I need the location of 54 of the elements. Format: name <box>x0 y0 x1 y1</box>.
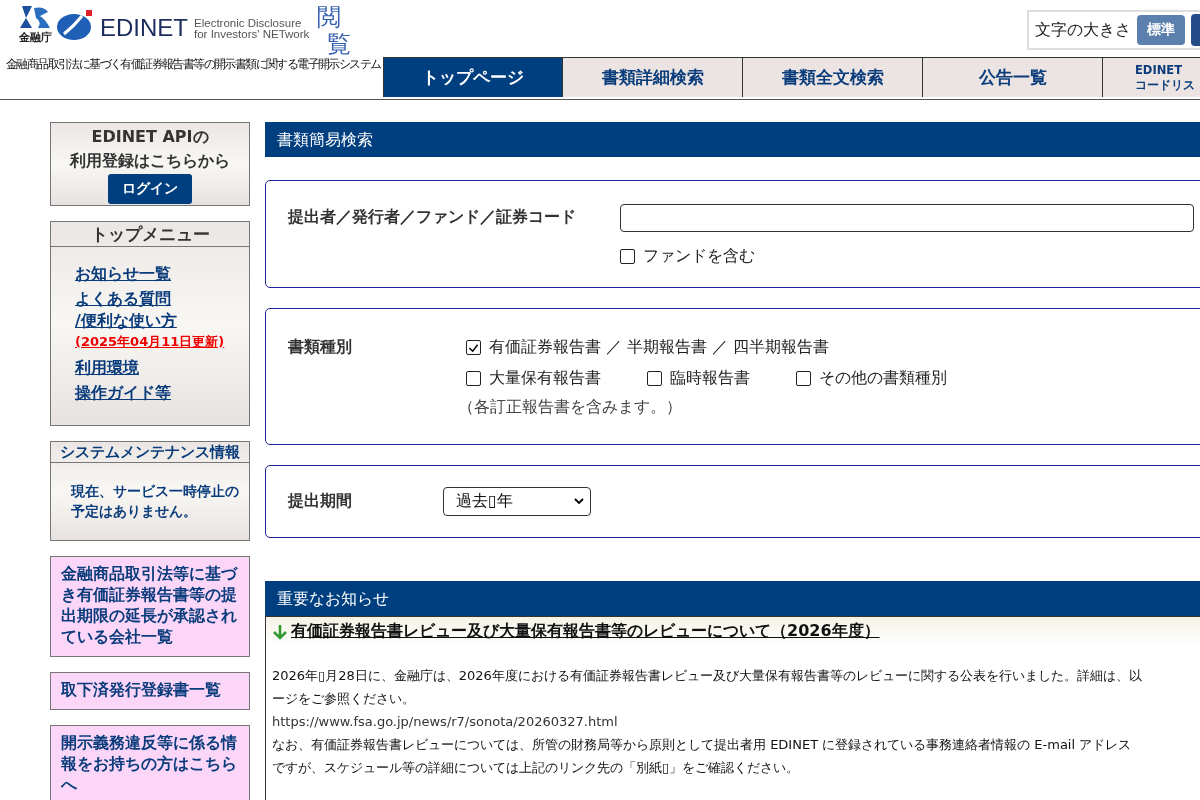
field-label: 書類種別 <box>288 337 353 358</box>
logo-text: EDINET <box>100 14 188 42</box>
font-size-label: 文字の大きさ <box>1035 19 1131 41</box>
section-title: 書類簡易検索 <box>265 122 1200 157</box>
panel-title: システムメンテナンス情報 <box>51 442 249 463</box>
field-label: 提出期間 <box>288 491 353 512</box>
checkbox[interactable] <box>466 340 481 355</box>
checkbox-label: 有価証券報告書 ／ 半期報告書 ／ 四半期報告書 <box>489 337 830 358</box>
tagline: for Investors' NETwork <box>194 29 310 40</box>
notice-title-link[interactable]: 有価証券報告書レビュー及び大量保有報告書等のレビューについて（2026年度） <box>291 621 880 642</box>
checkbox-label: その他の書類種別 <box>819 368 947 389</box>
login-button[interactable]: ログイン <box>108 174 192 204</box>
maintenance-text: 現在、サービス一時停止の 予定はありません。 <box>69 482 240 521</box>
field-label: 提出者／発行者／ファンド／証券コード <box>288 207 577 228</box>
panel-title: トップメニュー <box>51 222 249 247</box>
checkbox-label: 臨時報告書 <box>670 368 750 389</box>
section-title: 重要なお知らせ <box>265 581 1200 616</box>
note-text: （各訂正報告書を含みます。） <box>458 397 683 418</box>
notice-text: ですが、スケジュール等の詳細については上記のリンク先の「別紙▯」をご確認ください。 <box>272 759 801 777</box>
filer-input-field[interactable] <box>620 204 1194 232</box>
mode-label: 閲 <box>317 4 343 31</box>
caret-icon <box>574 498 584 505</box>
update-note-link[interactable]: (2025年04月11日更新) <box>75 333 225 351</box>
checkbox[interactable] <box>796 371 811 386</box>
font-size-button[interactable]: 標準 <box>1137 15 1185 45</box>
nav-tab[interactable]: 書類全文検索 <box>743 57 923 97</box>
api-text: EDINET APIの 利用登録はこちらから <box>70 126 230 172</box>
system-subtitle: 金融商品取引法に基づく有価証券報告書等の開示書類に関する電子開示システム <box>6 56 382 73</box>
menu-link[interactable]: よくある質問 /便利な使い方 <box>75 288 177 332</box>
checkbox-label: 大量保有報告書 <box>489 368 601 389</box>
sidebar-link[interactable]: 開示義務違反等に係る情 報をお持ちの方はこちら へ <box>50 725 250 800</box>
menu-link[interactable]: 操作ガイド等 <box>75 382 171 404</box>
mode-label: 覧 <box>327 31 352 58</box>
notice-text: ージをご参照ください。 <box>272 690 416 708</box>
nav-tab[interactable]: 書類詳細検索 <box>563 57 743 97</box>
checkbox-label: ファンドを含む <box>643 246 755 267</box>
menu-link[interactable]: 利用環境 <box>75 357 139 379</box>
checkbox[interactable] <box>620 249 635 264</box>
menu-link[interactable]: お知らせ一覧 <box>75 263 171 285</box>
agency-name: 金融庁 <box>18 30 52 45</box>
sidebar-link[interactable]: 金融商品取引法等に基づ き有価証券報告書等の提 出期限の延長が承認され ている会社一覧 <box>50 556 250 657</box>
nav-tab[interactable]: EDINET コードリス <box>1103 57 1200 97</box>
notice-text: 2026年▯月28日に、金融庁は、2026年度における有価証券報告書レビュー及び大量保有報告書等のレビューに関する公表を行いました。詳細は、以 <box>272 667 1143 685</box>
nav-tab[interactable]: 公告一覧 <box>923 57 1103 97</box>
nav-tab[interactable]: トップページ <box>383 57 563 97</box>
notice-text: なお、有価証券報告書レビューについては、所管の財務局等から原則として提出者用 EDINET に登録されている事務連絡者情報の E-mail アドレス <box>272 736 1133 754</box>
down-arrow-icon <box>272 623 288 640</box>
period-dropdown[interactable]: 過去▯年 <box>443 487 591 516</box>
notice-text: https://www.fsa.go.jp/news/r7/sonota/20260327.html <box>272 713 619 731</box>
sidebar-link[interactable]: 取下済発行登録書一覧 <box>50 672 250 710</box>
checkbox[interactable] <box>647 371 662 386</box>
agency-logo-icon <box>18 4 52 30</box>
tagline: Electronic Disclosure <box>194 18 303 29</box>
checkbox[interactable] <box>466 371 481 386</box>
